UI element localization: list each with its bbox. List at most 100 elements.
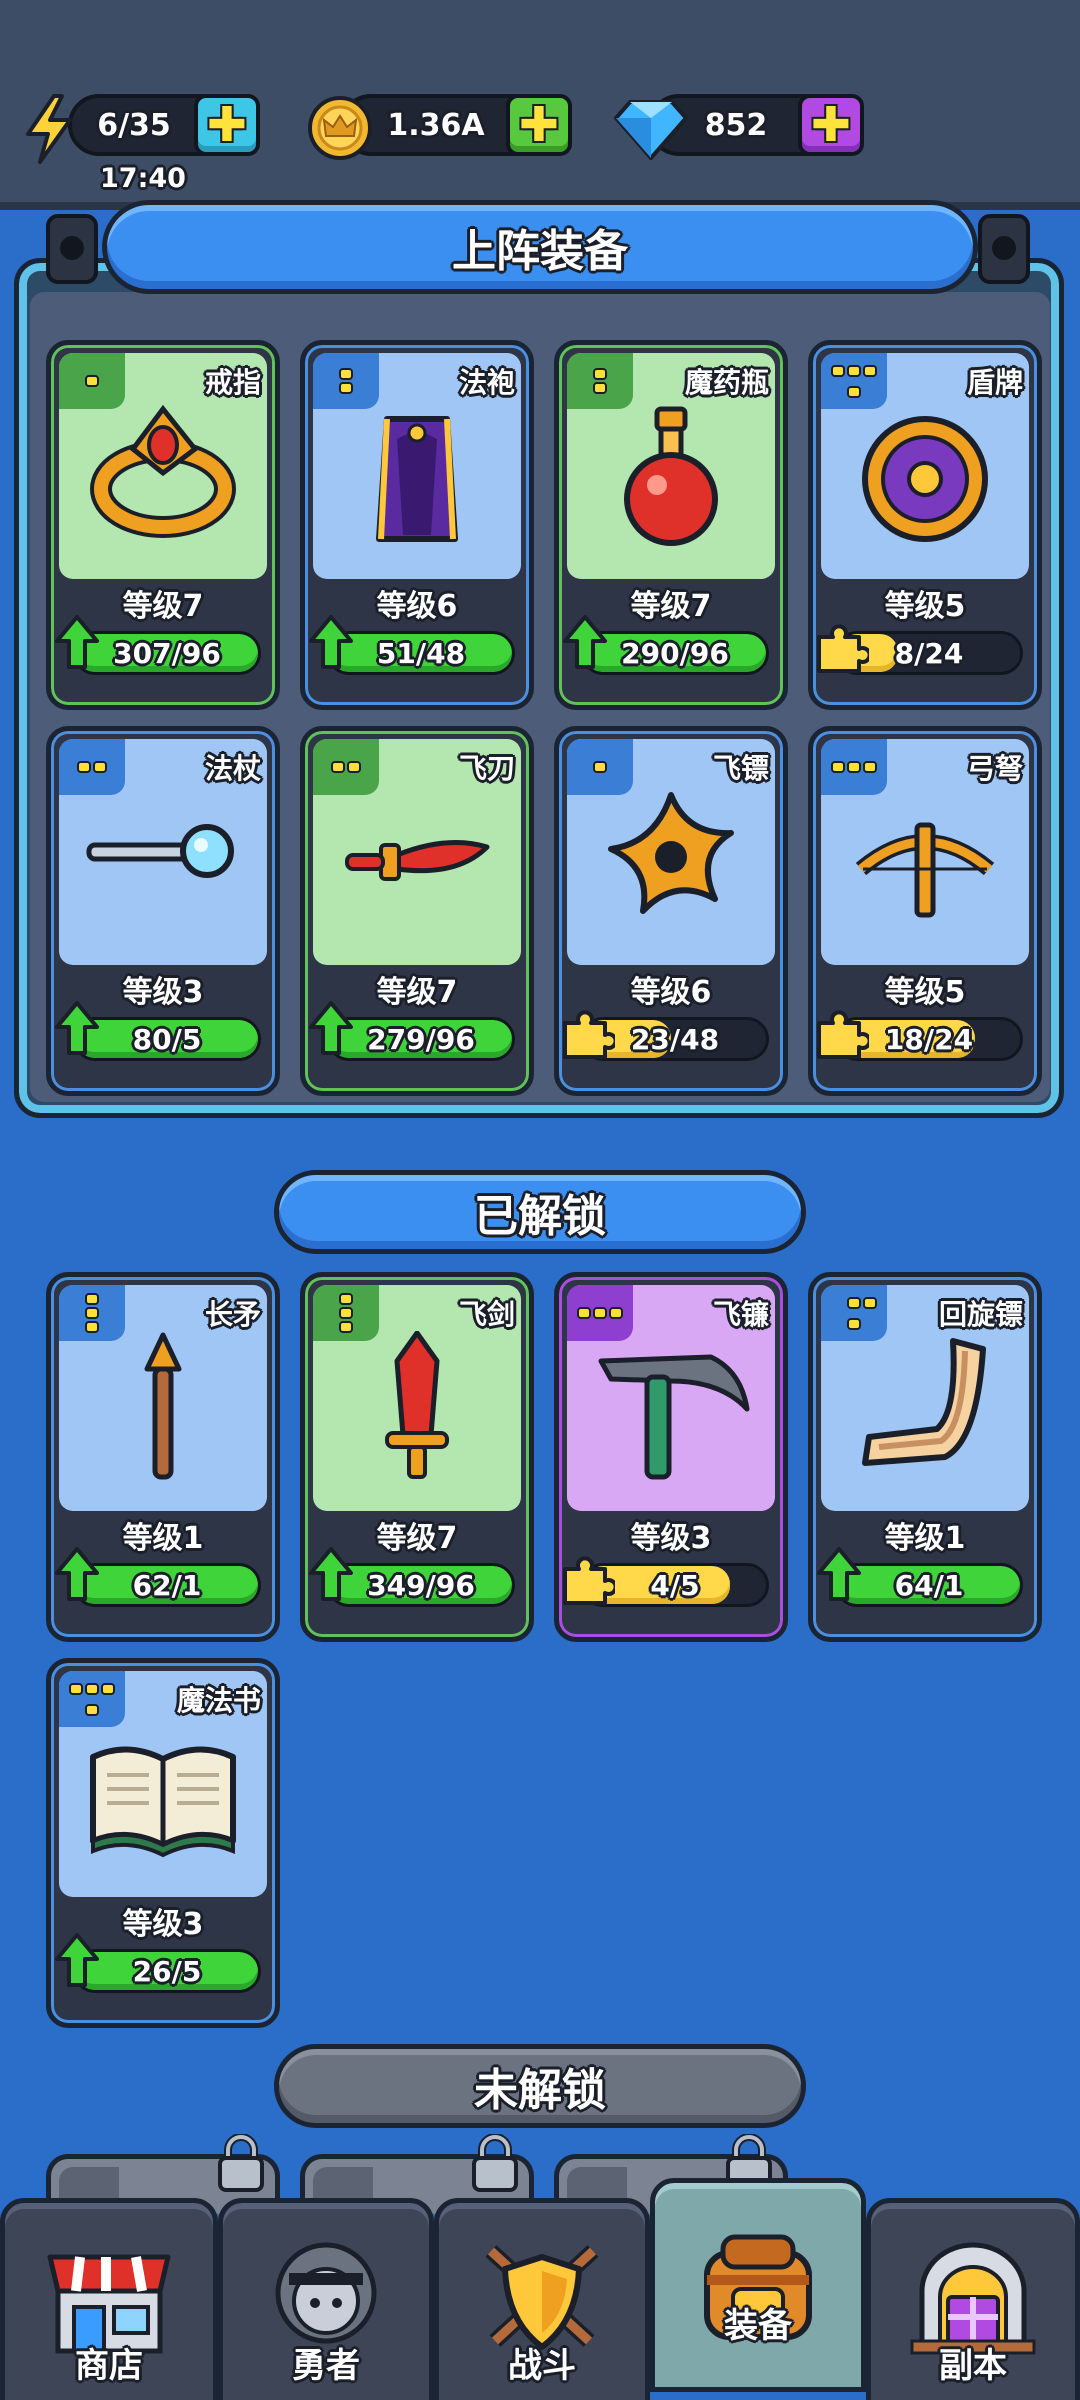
gold-value: 1.36A [387, 107, 485, 143]
gem-add-button[interactable]: ✚ [798, 94, 864, 156]
boomerang-icon [862, 1338, 986, 1466]
equipment-name: 戒指 [204, 366, 261, 399]
upgrade-arrow-icon [309, 1547, 353, 1601]
gold-coin-icon [308, 96, 372, 160]
upgrade-arrow-icon [309, 615, 353, 669]
gold-add-button[interactable]: ✚ [506, 94, 572, 156]
progress-bar: 64/1 [835, 1563, 1023, 1607]
upgrade-arrow-icon [55, 615, 99, 669]
equipment-level: 等级5 [884, 975, 966, 1010]
puzzle-piece-icon [563, 1556, 615, 1605]
robe-icon [376, 416, 458, 542]
upgrade-arrow-icon [563, 615, 607, 669]
equipment-card-robe[interactable]: 法袍 等级6 51/48 [300, 340, 534, 710]
equipment-name: 飞剑 [458, 1298, 515, 1331]
tab-equipment[interactable]: 装备 [650, 2178, 866, 2392]
sword-icon [385, 1331, 449, 1479]
progress-count: 51/48 [376, 636, 466, 670]
puzzle-piece-icon [563, 1010, 615, 1059]
ring-icon [90, 404, 236, 538]
progress-count: 62/1 [132, 1568, 202, 1602]
tab-battle[interactable]: 战斗 [434, 2198, 650, 2400]
tab-label: 勇者 [292, 2346, 360, 2386]
equipment-level: 等级5 [884, 589, 966, 624]
progress-count: 26/5 [132, 1954, 202, 1988]
equipped-title: 上阵装备 [102, 200, 978, 294]
equipment-name: 法杖 [204, 752, 261, 785]
upgrade-arrow-icon [55, 1001, 99, 1055]
potion-bottle-icon [624, 406, 718, 546]
tab-label: 副本 [939, 2346, 1007, 2386]
progress-count: 349/96 [367, 1568, 475, 1602]
book-icon [90, 1746, 236, 1858]
equipment-card-staff[interactable]: 法杖 等级3 80/5 [46, 726, 280, 1096]
spear-icon [144, 1332, 182, 1480]
equipment-card-magic-book[interactable]: 魔法书 等级3 26/5 [46, 1658, 280, 2028]
plus-icon: ✚ [518, 97, 560, 153]
progress-bar: 349/96 [327, 1563, 515, 1607]
equipment-level: 等级3 [630, 1521, 712, 1556]
equipment-card-potion[interactable]: 魔药瓶 等级7 290/96 [554, 340, 788, 710]
progress-bar: 51/48 [327, 631, 515, 675]
puzzle-piece-icon [817, 624, 869, 673]
sickle-icon [598, 1354, 750, 1480]
equipment-name: 盾牌 [966, 366, 1023, 399]
equipment-card-ring[interactable]: 戒指 等级7 307/96 [46, 340, 280, 710]
equipment-card-spear[interactable]: 长矛 等级1 62/1 [46, 1272, 280, 1642]
upgrade-arrow-icon [55, 1933, 99, 1987]
bottom-nav: 商店 勇者 战斗 装备 副本 [0, 2178, 1080, 2400]
equipment-level: 等级6 [630, 975, 712, 1010]
tab-shop[interactable]: 商店 [0, 2198, 218, 2400]
equipment-name: 回旋镖 [938, 1298, 1023, 1331]
equipment-name: 魔药瓶 [684, 366, 769, 399]
progress-bar: 80/5 [73, 1017, 261, 1061]
equipment-card-boomerang[interactable]: 回旋镖 等级1 64/1 [808, 1272, 1042, 1642]
equipment-name: 魔法书 [176, 1684, 261, 1717]
staff-icon [86, 824, 234, 878]
equipment-name: 长矛 [204, 1298, 261, 1331]
gem-value: 852 [704, 107, 768, 143]
energy-counter: 6/35 ✚ [68, 94, 260, 156]
equipment-card-flying-sword[interactable]: 飞剑 等级7 349/96 [300, 1272, 534, 1642]
energy-add-button[interactable]: ✚ [194, 94, 260, 156]
progress-count: 290/96 [621, 636, 729, 670]
equipment-name: 飞镰 [712, 1298, 769, 1331]
upgrade-arrow-icon [817, 1547, 861, 1601]
equipment-name: 弓弩 [966, 752, 1023, 785]
progress-bar: 62/1 [73, 1563, 261, 1607]
tab-dungeon[interactable]: 副本 [866, 2198, 1080, 2400]
shield-icon [862, 416, 988, 542]
knife-icon [345, 840, 490, 881]
upgrade-arrow-icon [55, 1547, 99, 1601]
equipment-name: 飞镖 [712, 752, 769, 785]
progress-bar: 26/5 [73, 1949, 261, 1993]
equipment-name: 飞刀 [458, 752, 515, 785]
equipment-card-crossbow[interactable]: 弓弩 等级5 18/24 [808, 726, 1042, 1096]
plus-icon: ✚ [206, 97, 248, 153]
tab-label: 装备 [724, 2306, 792, 2346]
progress-count: 279/96 [367, 1022, 475, 1056]
upgrade-arrow-icon [309, 1001, 353, 1055]
progress-bar: 307/96 [73, 631, 261, 675]
lock-icon [218, 2134, 264, 2192]
tab-hero[interactable]: 勇者 [218, 2198, 434, 2400]
shuriken-icon [608, 792, 734, 914]
progress-count: 80/5 [132, 1022, 202, 1056]
equipment-card-throwing-knife[interactable]: 飞刀 等级7 279/96 [300, 726, 534, 1096]
tab-label: 商店 [75, 2346, 143, 2386]
unlocked-title: 已解锁 [274, 1170, 806, 1254]
equipment-card-sickle[interactable]: 飞镰 等级3 4/5 [554, 1272, 788, 1642]
energy-bolt-icon [26, 94, 72, 164]
equipment-card-shuriken[interactable]: 飞镖 等级6 23/48 [554, 726, 788, 1096]
progress-count: 64/1 [894, 1568, 964, 1602]
panel-bolt-right [978, 214, 1030, 284]
equipment-card-shield[interactable]: 盾牌 等级5 8/24 [808, 340, 1042, 710]
puzzle-piece-icon [817, 1010, 869, 1059]
gold-counter: 1.36A ✚ [340, 94, 572, 156]
tab-label: 战斗 [508, 2346, 576, 2386]
energy-value: 6/35 [97, 107, 171, 143]
progress-bar: 290/96 [581, 631, 769, 675]
energy-timer: 17:40 [100, 163, 186, 194]
equipment-name: 法袍 [458, 366, 515, 399]
progress-count: 307/96 [113, 636, 221, 670]
